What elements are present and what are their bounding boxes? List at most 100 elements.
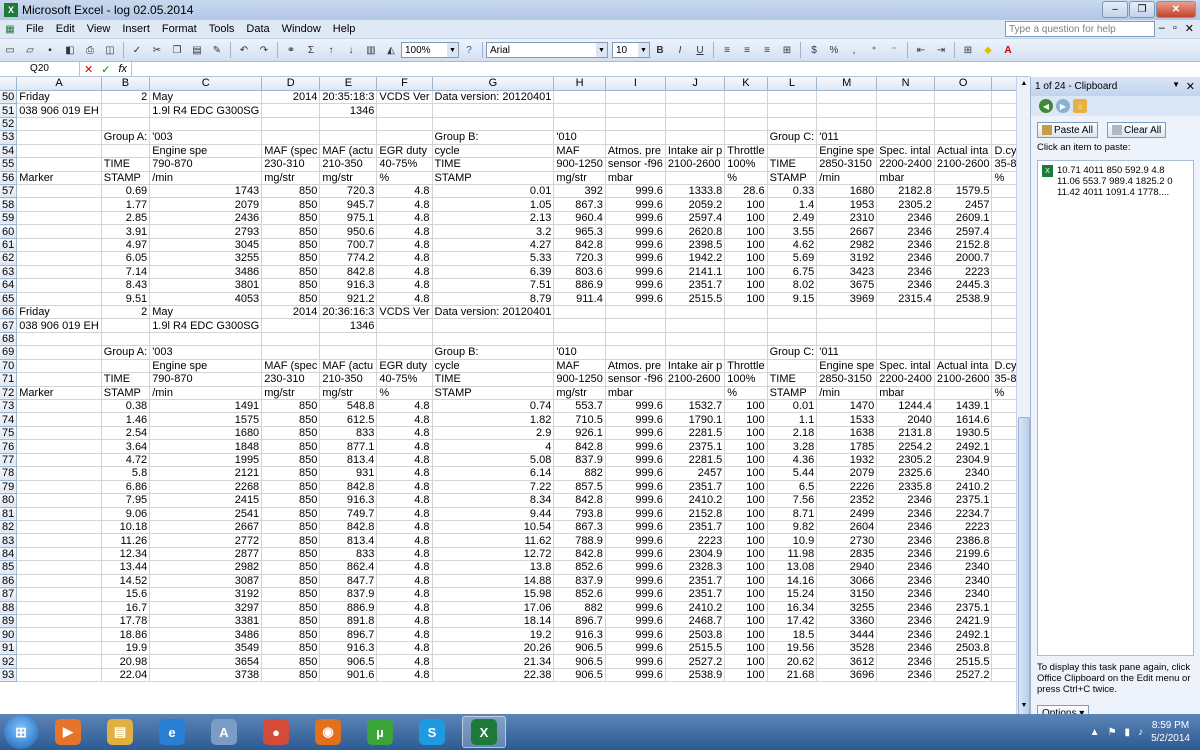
cell[interactable]: 999.6 [605,668,666,683]
taskbar-app-internet-explorer[interactable]: e [150,716,194,748]
cell[interactable] [376,103,433,118]
cell[interactable]: 2346 [876,507,935,521]
cell[interactable]: 774.2 [319,251,378,266]
cell[interactable]: 4.8 [376,574,433,589]
cell[interactable]: 4.8 [376,426,433,441]
cell[interactable] [101,318,151,333]
cell[interactable]: 15.24 [767,587,818,602]
cell[interactable]: Data version: 20120401 [432,305,555,320]
cell[interactable]: 4.8 [376,587,433,602]
cell[interactable]: 100 [724,480,768,495]
cell[interactable]: VCDS Ver [376,90,433,105]
cell[interactable]: 837.9 [553,453,606,468]
row-header[interactable]: 84 [0,547,18,562]
cell[interactable]: 2346 [876,520,935,535]
cell[interactable]: 850 [261,614,321,629]
cell[interactable]: 3801 [149,278,263,293]
cell[interactable]: 2793 [149,224,263,239]
cell[interactable]: 2386.8 [934,533,993,548]
sort-ascending-icon[interactable]: ↑ [323,42,339,58]
cell[interactable]: 2492.1 [934,439,993,454]
cell[interactable]: 100 [724,507,768,521]
cell[interactable] [16,224,102,239]
cell[interactable]: 18.14 [432,614,555,629]
cell[interactable]: 4.27 [432,238,555,253]
cell[interactable]: 4.8 [376,533,433,548]
cell[interactable] [665,386,726,401]
cell[interactable]: 2597.4 [934,224,993,239]
cell[interactable]: 6.05 [101,251,151,266]
align-right-icon[interactable]: ≡ [759,42,775,58]
cell[interactable]: 1743 [149,184,263,199]
cell[interactable]: 850 [261,480,321,495]
cell[interactable]: 999.6 [605,197,666,212]
cell[interactable]: 850 [261,466,321,481]
cell[interactable]: 999.6 [605,265,666,280]
comma-style-icon[interactable]: , [846,42,862,58]
cell[interactable]: 3192 [149,587,263,602]
cell[interactable]: Marker [16,171,102,186]
cell[interactable] [319,117,378,132]
cell[interactable] [934,117,993,132]
cancel-icon[interactable]: ✕ [80,63,97,76]
cell[interactable] [934,103,993,118]
cell[interactable]: 886.9 [553,278,606,293]
cell[interactable]: 2 [101,90,151,105]
cell[interactable]: 1.1 [767,412,818,427]
cell[interactable]: 7.56 [767,493,818,508]
cell[interactable]: 3.28 [767,439,818,454]
cell[interactable]: 2527.2 [665,654,726,669]
cell[interactable]: 9.06 [101,507,151,521]
print-icon[interactable]: ⎙ [82,42,98,58]
row-header[interactable]: 90 [0,627,18,642]
cell[interactable]: 3255 [149,251,263,266]
cell[interactable]: 3.64 [101,439,151,454]
cell[interactable]: 999.6 [605,574,666,589]
cell[interactable] [432,332,555,347]
cell[interactable]: 926.1 [553,426,606,441]
row-header[interactable]: 77 [0,453,18,468]
cell[interactable]: 2014 [261,90,321,105]
cell[interactable]: 1333.8 [665,184,726,199]
cell[interactable]: Spec. intal [876,359,935,374]
cell[interactable]: 877.1 [319,439,378,454]
cell[interactable]: 916.3 [319,278,378,293]
row-header[interactable]: 78 [0,466,18,481]
cell[interactable]: 2346 [876,211,935,226]
cell[interactable] [665,103,726,118]
cell[interactable]: 2503.8 [665,627,726,642]
doc-minimize-button[interactable]: – [1159,22,1165,35]
cell[interactable]: 3.55 [767,224,818,239]
cell[interactable]: 3087 [149,574,263,589]
cell[interactable] [376,318,433,333]
cell[interactable]: 960.4 [553,211,606,226]
cell[interactable]: 2.13 [432,211,555,226]
sort-descending-icon[interactable]: ↓ [343,42,359,58]
cell[interactable]: 1491 [149,399,263,414]
cell[interactable]: 2538.9 [665,668,726,683]
cell[interactable]: 230-310 [261,157,321,172]
cell[interactable]: 2667 [149,520,263,535]
cell[interactable]: 8.71 [767,507,818,521]
cell[interactable]: 100 [724,654,768,669]
back-icon[interactable]: ◀ [1039,99,1053,113]
cell[interactable]: 2200-2400 [876,157,935,172]
volume-icon[interactable]: ♪ [1138,727,1143,738]
cell[interactable]: Group B: [432,130,555,145]
cell[interactable]: 9.82 [767,520,818,535]
cell[interactable]: % [376,171,433,186]
cell[interactable]: 2.9 [432,426,555,441]
cell[interactable]: 1470 [816,399,878,414]
cell[interactable]: 1680 [816,184,878,199]
cut-icon[interactable]: ✂ [149,42,165,58]
cell[interactable]: 965.3 [553,224,606,239]
currency-icon[interactable]: $ [806,42,822,58]
cell[interactable]: 2.54 [101,426,151,441]
insert-function-icon[interactable]: fx [114,63,131,75]
cell[interactable]: 999.6 [605,493,666,508]
cell[interactable] [16,130,102,145]
row-header[interactable]: 73 [0,399,18,414]
row-header[interactable]: 62 [0,251,18,266]
cell[interactable] [16,560,102,575]
column-header-f[interactable]: F [376,77,433,91]
